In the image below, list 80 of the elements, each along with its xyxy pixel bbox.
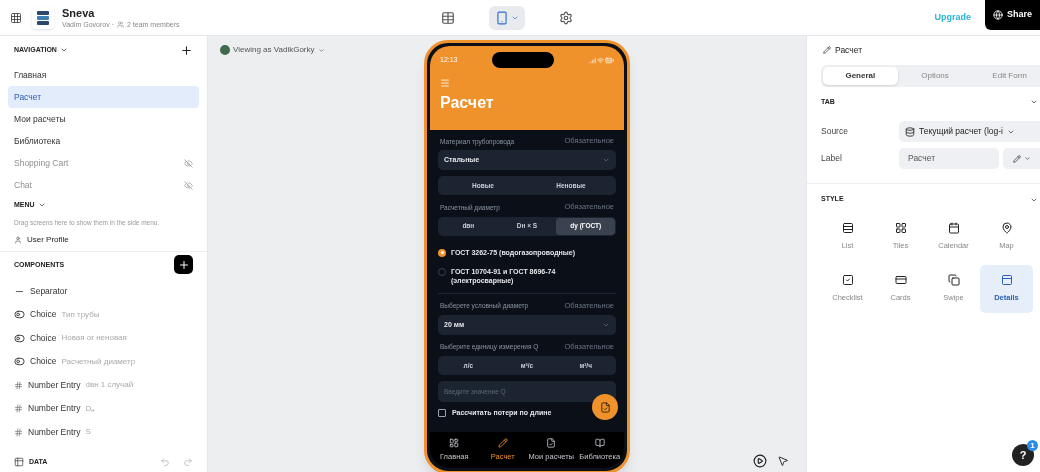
calendar-icon: [947, 222, 960, 235]
source-select[interactable]: Текущий расчет (log-i: [899, 121, 1040, 143]
signal-icon: [589, 56, 596, 64]
viewing-as-label[interactable]: Viewing as VadikGorky: [233, 44, 315, 56]
table-icon[interactable]: [14, 457, 24, 467]
component-detail: Тип трубы: [61, 308, 100, 321]
label-input[interactable]: Расчет: [899, 148, 999, 170]
tiles-icon: [894, 222, 907, 235]
apps-grid-icon[interactable]: [10, 11, 22, 24]
table-icon: [440, 10, 455, 25]
panel-tab[interactable]: General: [823, 66, 898, 85]
nav-item[interactable]: Главная: [8, 64, 199, 86]
app-title: Sneva: [62, 7, 96, 19]
play-icon[interactable]: [753, 454, 767, 468]
document-check-icon: [599, 401, 611, 413]
hash-icon: [14, 404, 23, 413]
toggle-icon: [14, 309, 25, 320]
edit-fab[interactable]: [592, 394, 618, 420]
chevron-down-icon[interactable]: [59, 46, 68, 54]
caret-icon: [1023, 155, 1031, 163]
pencil-icon: [1012, 154, 1021, 163]
user-icon: [14, 236, 22, 245]
component-detail: S: [85, 426, 91, 438]
avatar: [220, 45, 230, 55]
checkbox-icon: [841, 274, 854, 287]
chevron-down-icon[interactable]: [1030, 98, 1038, 106]
component-name[interactable]: Number Entry: [28, 425, 81, 439]
gear-icon: [558, 10, 573, 25]
battery-icon: [605, 55, 614, 65]
nav-item[interactable]: Shopping Cart: [8, 152, 199, 174]
add-icon[interactable]: [180, 43, 193, 57]
component-name[interactable]: Choice: [30, 355, 57, 368]
list-icon: [841, 222, 854, 235]
checkbox[interactable]: [438, 409, 446, 418]
hash-icon: [14, 380, 23, 390]
component-detail: Расчетный диаметр: [61, 355, 136, 368]
screen-title: Расчет: [440, 93, 495, 113]
component-detail: dвн 1 случай: [85, 379, 134, 391]
nav-item[interactable]: Расчет: [8, 86, 199, 108]
panel-title: Расчет: [835, 44, 863, 57]
radio-button[interactable]: [438, 248, 446, 257]
menu-item[interactable]: User Profile: [8, 232, 199, 249]
share-button[interactable]: Share: [985, 0, 1040, 30]
globe-icon: [993, 10, 1003, 20]
component-detail: Новая or неновая: [61, 332, 127, 344]
notification-badge: 1: [1027, 440, 1038, 451]
card-icon: [894, 274, 907, 287]
toggle-icon: [14, 356, 25, 367]
map-pin-icon: [1000, 222, 1013, 235]
toggle-icon: [14, 332, 25, 344]
component-name[interactable]: Number Entry: [28, 402, 81, 415]
team-icon: [117, 20, 124, 28]
database-icon: [905, 126, 915, 137]
cursor-icon[interactable]: [777, 455, 789, 467]
nav-item[interactable]: Chat: [8, 174, 199, 196]
wifi-icon: [597, 56, 604, 64]
stack-icon: [947, 274, 960, 287]
field-label: Label: [821, 152, 843, 166]
component-detail: D$_{н}$: [85, 402, 95, 415]
add-component-button[interactable]: [174, 255, 193, 275]
component-name[interactable]: Separator: [30, 284, 68, 298]
nav-item[interactable]: Мои расчеты: [8, 108, 199, 130]
book-icon: [594, 437, 605, 448]
phone-view-button[interactable]: [488, 5, 525, 30]
pencil-icon: [823, 46, 831, 55]
camera-notch: [492, 52, 555, 68]
nav-item[interactable]: Библиотека: [8, 130, 199, 152]
pencil-icon: [497, 437, 508, 448]
document-check-icon: [546, 437, 557, 448]
app-logo-icon: [32, 6, 54, 29]
icon-picker-button[interactable]: [1003, 148, 1040, 170]
panel-icon: [1000, 274, 1013, 287]
dashboard-icon: [449, 437, 460, 448]
component-name[interactable]: Choice: [30, 308, 57, 321]
hash-icon: [14, 427, 23, 437]
component-name[interactable]: Choice: [30, 331, 57, 345]
component-name[interactable]: Number Entry: [28, 378, 81, 392]
add-icon: [177, 258, 190, 271]
phone-icon: [494, 10, 509, 25]
field-label: Source: [821, 125, 849, 139]
